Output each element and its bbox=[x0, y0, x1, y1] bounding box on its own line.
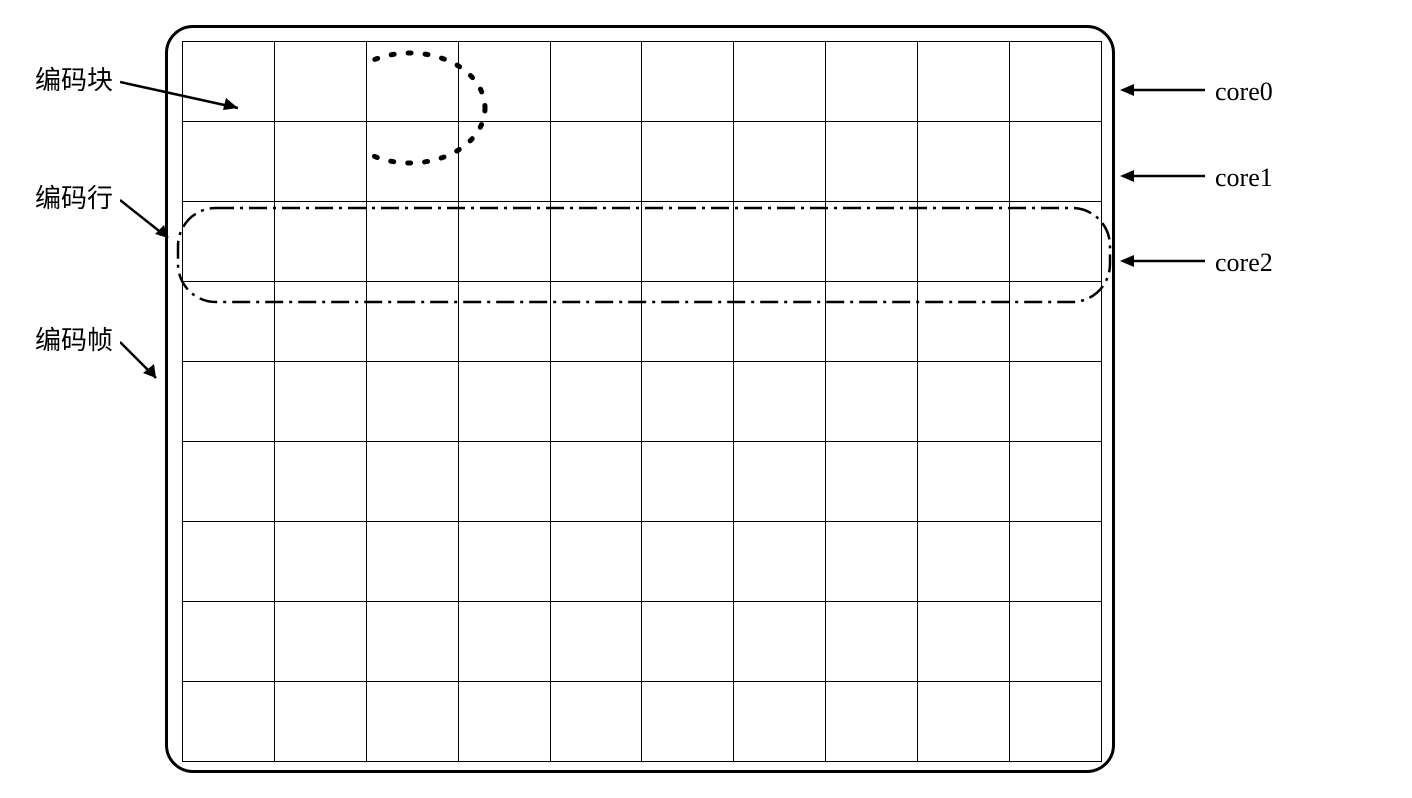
encoding-row-highlight bbox=[175, 205, 1113, 305]
arrow-core1 bbox=[1120, 166, 1210, 186]
arrow-encoding-row bbox=[120, 198, 190, 253]
grid-table bbox=[182, 41, 1102, 762]
table-row bbox=[183, 602, 1102, 682]
arrow-core2 bbox=[1120, 251, 1210, 271]
label-encoding-block: 编码块 bbox=[35, 60, 113, 97]
label-encoding-frame: 编码帧 bbox=[35, 320, 113, 357]
arrow-encoding-frame bbox=[120, 340, 175, 395]
diagram-container: 编码块 编码行 编码帧 core0 core1 core2 bbox=[20, 20, 1392, 778]
label-encoding-row: 编码行 bbox=[35, 178, 113, 215]
table-row bbox=[183, 682, 1102, 762]
label-core2: core2 bbox=[1215, 248, 1273, 278]
table-row bbox=[183, 442, 1102, 522]
encoding-frame bbox=[165, 25, 1115, 773]
table-row bbox=[183, 362, 1102, 442]
encoding-block-highlight bbox=[370, 50, 550, 170]
table-row bbox=[183, 522, 1102, 602]
label-core1: core1 bbox=[1215, 163, 1273, 193]
grid-body bbox=[183, 42, 1102, 762]
label-core0: core0 bbox=[1215, 77, 1273, 107]
table-row bbox=[183, 122, 1102, 202]
arrow-core0 bbox=[1120, 80, 1210, 100]
arrow-encoding-block bbox=[120, 80, 260, 120]
table-row bbox=[183, 42, 1102, 122]
